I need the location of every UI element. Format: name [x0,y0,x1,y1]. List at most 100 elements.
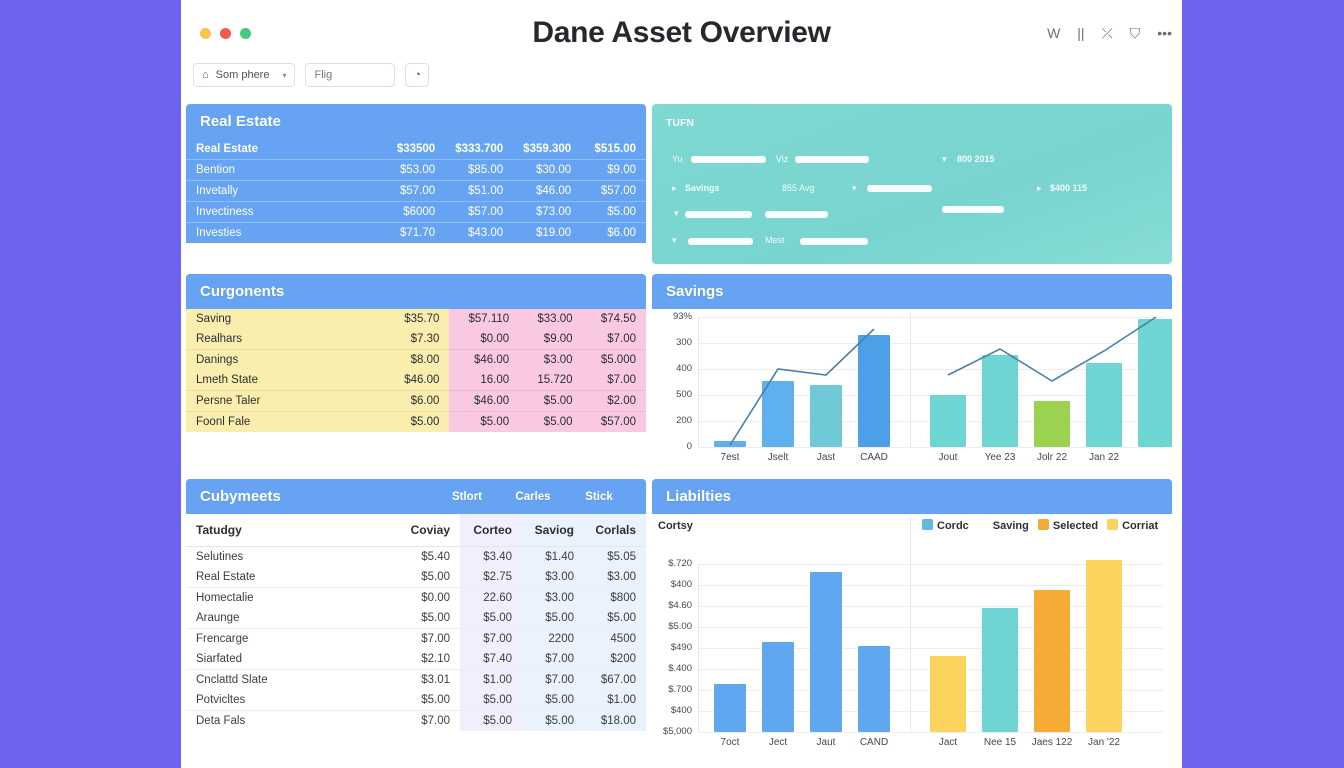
table-row: Realhars $7.30 $0.00 $9.00 $7.00 [186,329,646,350]
savings-card: Savings 93% 300 400 500 200 0 7est Jselt Jast CAA… [652,274,1172,469]
cell-value: $5.00 [522,690,584,711]
column-header[interactable]: Coviay [398,514,460,547]
cell-value: $46.00 [386,370,450,391]
row-label: Real Estate [196,143,259,155]
chart-bar[interactable] [1034,590,1070,732]
cell-value: $5.00 [522,608,584,629]
row-label: Siarfated [196,653,243,665]
column-header[interactable]: Corlals [584,514,646,547]
chart-bar[interactable] [810,572,842,732]
x-axis-tick: CAND [859,737,889,748]
row-label: Potvicltes [196,694,246,706]
cell-value: $33500 [396,143,436,155]
chart-bar[interactable] [858,646,890,732]
cell-value: $7.00 [398,710,460,731]
row-label: Invetally [186,180,381,202]
summary-label-yu: Yu [672,154,683,164]
row-label: Real Estate [196,571,256,583]
summary-panel-title: TUFN [666,117,694,129]
chart-bar[interactable] [1086,560,1122,732]
cell-value: $2.75 [460,567,522,588]
y-axis-tick: $5,000 [662,726,692,737]
legend-swatch [1107,519,1119,530]
savings-chart[interactable]: 93% 300 400 500 200 0 7est Jselt Jast CAAD Jout Yee… [652,309,1172,469]
legend-item[interactable]: Corriat [1107,519,1158,532]
cell-value: $5.00 [398,608,460,629]
cell-value: $57.00 [445,201,514,223]
chevron-down-icon: ▾ [282,70,287,80]
table-row: Persne Taler $6.00 $46.00 $5.00 $2.00 [186,390,646,412]
table-row: Investies $71.70 $43.00 $19.00 $6.00 [186,222,646,243]
header-extra-2: Stick [585,490,613,503]
search-input[interactable]: Flig [305,63,396,87]
table-row: Potvicltes $5.00 $5.00 $5.00 $1.00 [186,690,646,711]
x-axis-tick: Jact [938,737,958,748]
y-axis-line [698,564,699,732]
cell-value: $0.00 [449,329,520,350]
cell-value: $85.00 [445,159,514,181]
bag-icon[interactable]: ⛉ [1130,26,1141,40]
shuffle-icon[interactable]: ⤫ [1102,26,1113,40]
cell-value: $6000 [380,201,446,223]
real-estate-header: Real Estate [186,104,646,139]
chart-bar[interactable] [982,608,1018,732]
chart-bar[interactable] [930,656,966,732]
cell-value: $35.70 [386,309,450,329]
row-label: Lmeth State [186,370,386,391]
more-icon[interactable]: ••• [1157,26,1172,40]
table-row: Bention $53.00 $85.00 $30.00 $9.00 [186,159,646,181]
cell-value: $19.00 [513,222,582,243]
table-row: Real Estate $5.00 $2.75 $3.00 $3.00 [186,567,646,588]
real-estate-title: Real Estate [200,113,281,130]
y-axis-label: Cortsy [658,520,693,532]
table-row: Lmeth State $46.00 16.00 15.720 $7.00 [186,370,646,391]
history-button[interactable]: ◔ [405,63,430,87]
legend-swatch [978,519,989,530]
scope-select-label: Som phere [215,69,270,81]
header-extra-0: Stlort [451,490,483,503]
column-header[interactable]: Tatudgy [186,514,398,547]
column-header[interactable]: Saviog [522,514,584,547]
cubymeets-header: Cubymeets Stlort Carles Stick [186,479,646,514]
liabilities-chart[interactable]: $.720 $400 $4.60 $5.00 $490 $.400 $.700 $400 $5,… [652,514,1172,754]
placeholder-bar [691,156,766,163]
cubymeets-table: Tatudgy Coviay Corteo Saviog Corlals Selutin… [186,514,646,731]
cell-value: $0.00 [398,587,460,608]
chart-bar[interactable] [762,642,794,732]
table-row: Saving $35.70 $57.110 $33.00 $74.50 [186,309,646,329]
row-label: Investies [186,222,381,243]
cell-value: $51.00 [445,180,514,202]
y-axis-tick: $490 [670,642,692,653]
cell-value: $5.00 [522,710,584,731]
liabilities-card: Liabilties $.720 $400 $4.60 $5.00 $490 $.400 $… [652,479,1172,754]
cell-value: $5.00 [519,411,583,432]
row-label: Cnclattd Slate [186,669,398,690]
y-axis-tick: $400 [670,579,692,590]
row-label: Invectiness [186,201,381,223]
scope-select[interactable]: ⌂ Som phere ▾ [193,63,296,87]
cell-value: $5.00 [584,608,646,629]
cell-value: $57.110 [449,309,520,329]
dashboard-row-1: Real Estate Real Estate $33500 $333.700 $35… [186,104,1177,264]
cell-value: $3.00 [584,567,646,588]
column-header[interactable]: Corteo [460,514,522,547]
toolbar: ⌂ Som phere ▾ Flig ◔ [193,63,430,87]
header-extra-1: Carles [515,490,551,503]
savings-title: Savings [666,283,724,300]
cell-value: 22.60 [460,587,522,608]
cubymeets-header-extra: Stlort Carles Stick [434,491,632,503]
w-icon[interactable]: W [1047,26,1060,40]
row-label: Persne Taler [186,390,386,412]
row-label: Danings [186,349,386,370]
components-card: Curgonents Saving $35.70 $57.110 $33.00 $74.… [186,274,646,469]
table-row: Homectalie $0.00 22.60 $3.00 $800 [186,587,646,608]
placeholder-bar [795,156,869,163]
legend-item[interactable]: Saving [978,519,1029,532]
cell-value: $5.00 [460,710,522,731]
cell-value: $333.700 [455,143,504,155]
legend-item[interactable]: Cordc [922,519,969,532]
legend-item[interactable]: Selected [1037,519,1098,532]
cell-value: $7.00 [522,669,584,690]
pause-icon[interactable]: || [1077,26,1084,40]
chart-bar[interactable] [714,684,746,732]
